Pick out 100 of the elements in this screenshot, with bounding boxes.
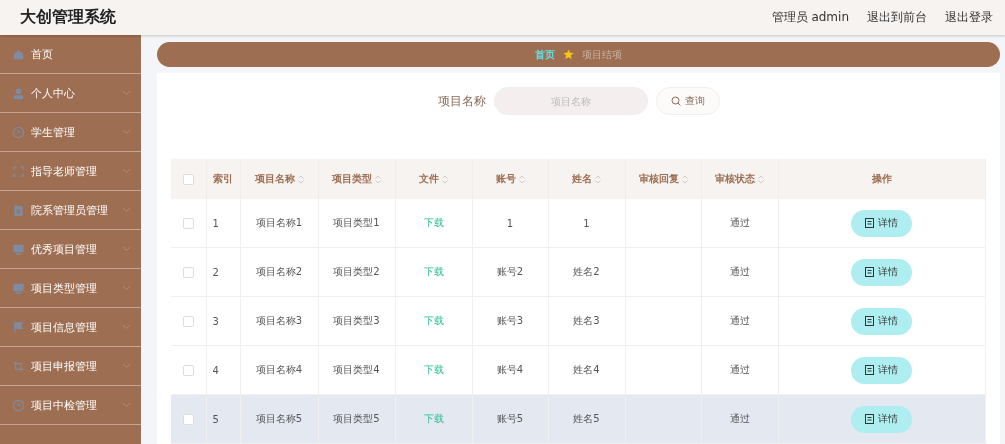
crop-icon (12, 359, 25, 373)
sidebar-item[interactable]: 项目申报管理 (0, 347, 141, 386)
checkbox[interactable] (182, 266, 194, 278)
sort-icon[interactable] (681, 174, 688, 184)
table-cell: 1 (212, 217, 219, 229)
table-cell: 通过 (729, 364, 750, 375)
chevron-icon (122, 207, 131, 213)
checkbox[interactable] (182, 217, 194, 229)
monitor-icon (12, 242, 25, 256)
header-link[interactable]: 退出登录 (945, 9, 993, 26)
table-cell: 姓名5 (573, 413, 600, 424)
table-cell: 项目名称1 (255, 217, 303, 228)
table-cell: 项目名称5 (255, 413, 303, 424)
table-cell: 项目名称2 (255, 266, 303, 277)
chevron-icon (122, 246, 131, 252)
sidebar-item[interactable]: 首页 (0, 35, 141, 74)
table-cell: 项目类型4 (333, 364, 380, 375)
breadcrumb-current: 项目结项 (582, 47, 622, 62)
checkbox[interactable] (182, 315, 194, 327)
table-cell: 通过 (729, 315, 750, 326)
download-link[interactable]: 下载 (423, 266, 444, 277)
table-cell: 通过 (729, 413, 750, 424)
table-cell: 5 (212, 413, 219, 425)
sidebar-item[interactable]: 个人中心 (0, 74, 141, 113)
download-link[interactable]: 下载 (423, 217, 444, 228)
chevron-icon (122, 90, 131, 96)
document-icon (865, 267, 874, 277)
sidebar-item[interactable]: 院系管理员管理 (0, 191, 141, 230)
table-cell: 姓名2 (573, 266, 600, 277)
chevron-icon (122, 363, 131, 369)
column-header[interactable]: 账号 (495, 173, 516, 184)
sidebar-item[interactable]: 优秀项目管理 (0, 230, 141, 269)
checkbox[interactable] (182, 364, 194, 376)
table-cell: 姓名3 (573, 315, 600, 326)
header-link[interactable]: 管理员 admin (771, 9, 849, 26)
table-cell: 1 (506, 217, 514, 229)
search-button[interactable]: 查询 (655, 87, 720, 115)
details-button[interactable]: 详情 (851, 356, 912, 384)
sidebar-item[interactable]: 指导老师管理 (0, 152, 141, 191)
sort-icon[interactable] (518, 174, 525, 184)
table-cell: 项目类型2 (333, 266, 380, 277)
column-header[interactable]: 文件 (419, 173, 439, 184)
sort-icon[interactable] (442, 174, 448, 184)
column-header[interactable]: 审核回复 (638, 173, 679, 184)
column-header[interactable]: 审核状态 (715, 173, 755, 184)
document-icon (865, 316, 874, 326)
frame-icon (12, 164, 25, 178)
table-cell: 账号5 (496, 413, 524, 424)
chevron-icon (122, 168, 131, 174)
sort-icon[interactable] (375, 174, 381, 184)
table-cell: 通过 (729, 266, 750, 277)
column-header[interactable]: 姓名 (572, 173, 592, 184)
flag-icon (12, 320, 25, 334)
home-icon (12, 47, 25, 61)
app-title: 大创管理系统 (20, 7, 116, 28)
column-header[interactable]: 项目名称 (254, 173, 295, 184)
sidebar-item[interactable]: 学生管理 (0, 113, 141, 152)
table-cell: 3 (212, 315, 219, 327)
checkbox[interactable] (182, 173, 194, 185)
header-link[interactable]: 退出到前台 (867, 9, 927, 26)
sidebar-item[interactable]: 项目类型管理 (0, 269, 141, 308)
clock-icon (12, 398, 25, 412)
table-cell: 1 (583, 217, 590, 229)
table-cell: 账号4 (496, 364, 524, 375)
table-cell: 姓名4 (573, 364, 600, 375)
document-icon (865, 414, 874, 424)
details-button[interactable]: 详情 (851, 307, 912, 335)
chevron-icon (122, 129, 131, 135)
checkbox[interactable] (182, 413, 194, 425)
table-cell: 账号3 (496, 315, 524, 326)
monitor-icon (12, 281, 25, 295)
chevron-icon (122, 402, 131, 408)
table-cell: 项目类型3 (333, 315, 380, 326)
chevron-icon (122, 285, 131, 291)
table-cell: 项目类型5 (333, 413, 380, 424)
download-link[interactable]: 下载 (423, 364, 444, 375)
column-header: 索引 (212, 173, 233, 184)
column-header[interactable]: 项目类型 (332, 173, 372, 184)
clipboard-icon (12, 203, 25, 217)
clock-icon (12, 125, 25, 139)
details-button[interactable]: 详情 (851, 258, 912, 286)
sort-icon[interactable] (758, 174, 764, 184)
sidebar-item[interactable]: 项目信息管理 (0, 308, 141, 347)
sort-icon[interactable] (297, 174, 304, 184)
details-button[interactable]: 详情 (851, 405, 912, 433)
search-icon (670, 96, 681, 106)
sidebar-item[interactable]: 项目中检管理 (0, 386, 141, 425)
table-cell: 2 (212, 266, 219, 278)
chevron-icon (122, 324, 131, 330)
download-link[interactable]: 下载 (423, 315, 444, 326)
user-icon (12, 86, 25, 100)
details-button[interactable]: 详情 (851, 209, 912, 237)
search-label: 项目名称 (437, 92, 486, 110)
document-icon (865, 365, 874, 375)
sort-icon[interactable] (595, 174, 601, 184)
table-cell: 项目类型1 (333, 217, 380, 228)
table-cell: 账号2 (496, 266, 524, 277)
star-icon (563, 49, 574, 60)
breadcrumb-link[interactable]: 首页 (535, 47, 555, 62)
table-cell: 4 (212, 364, 219, 376)
